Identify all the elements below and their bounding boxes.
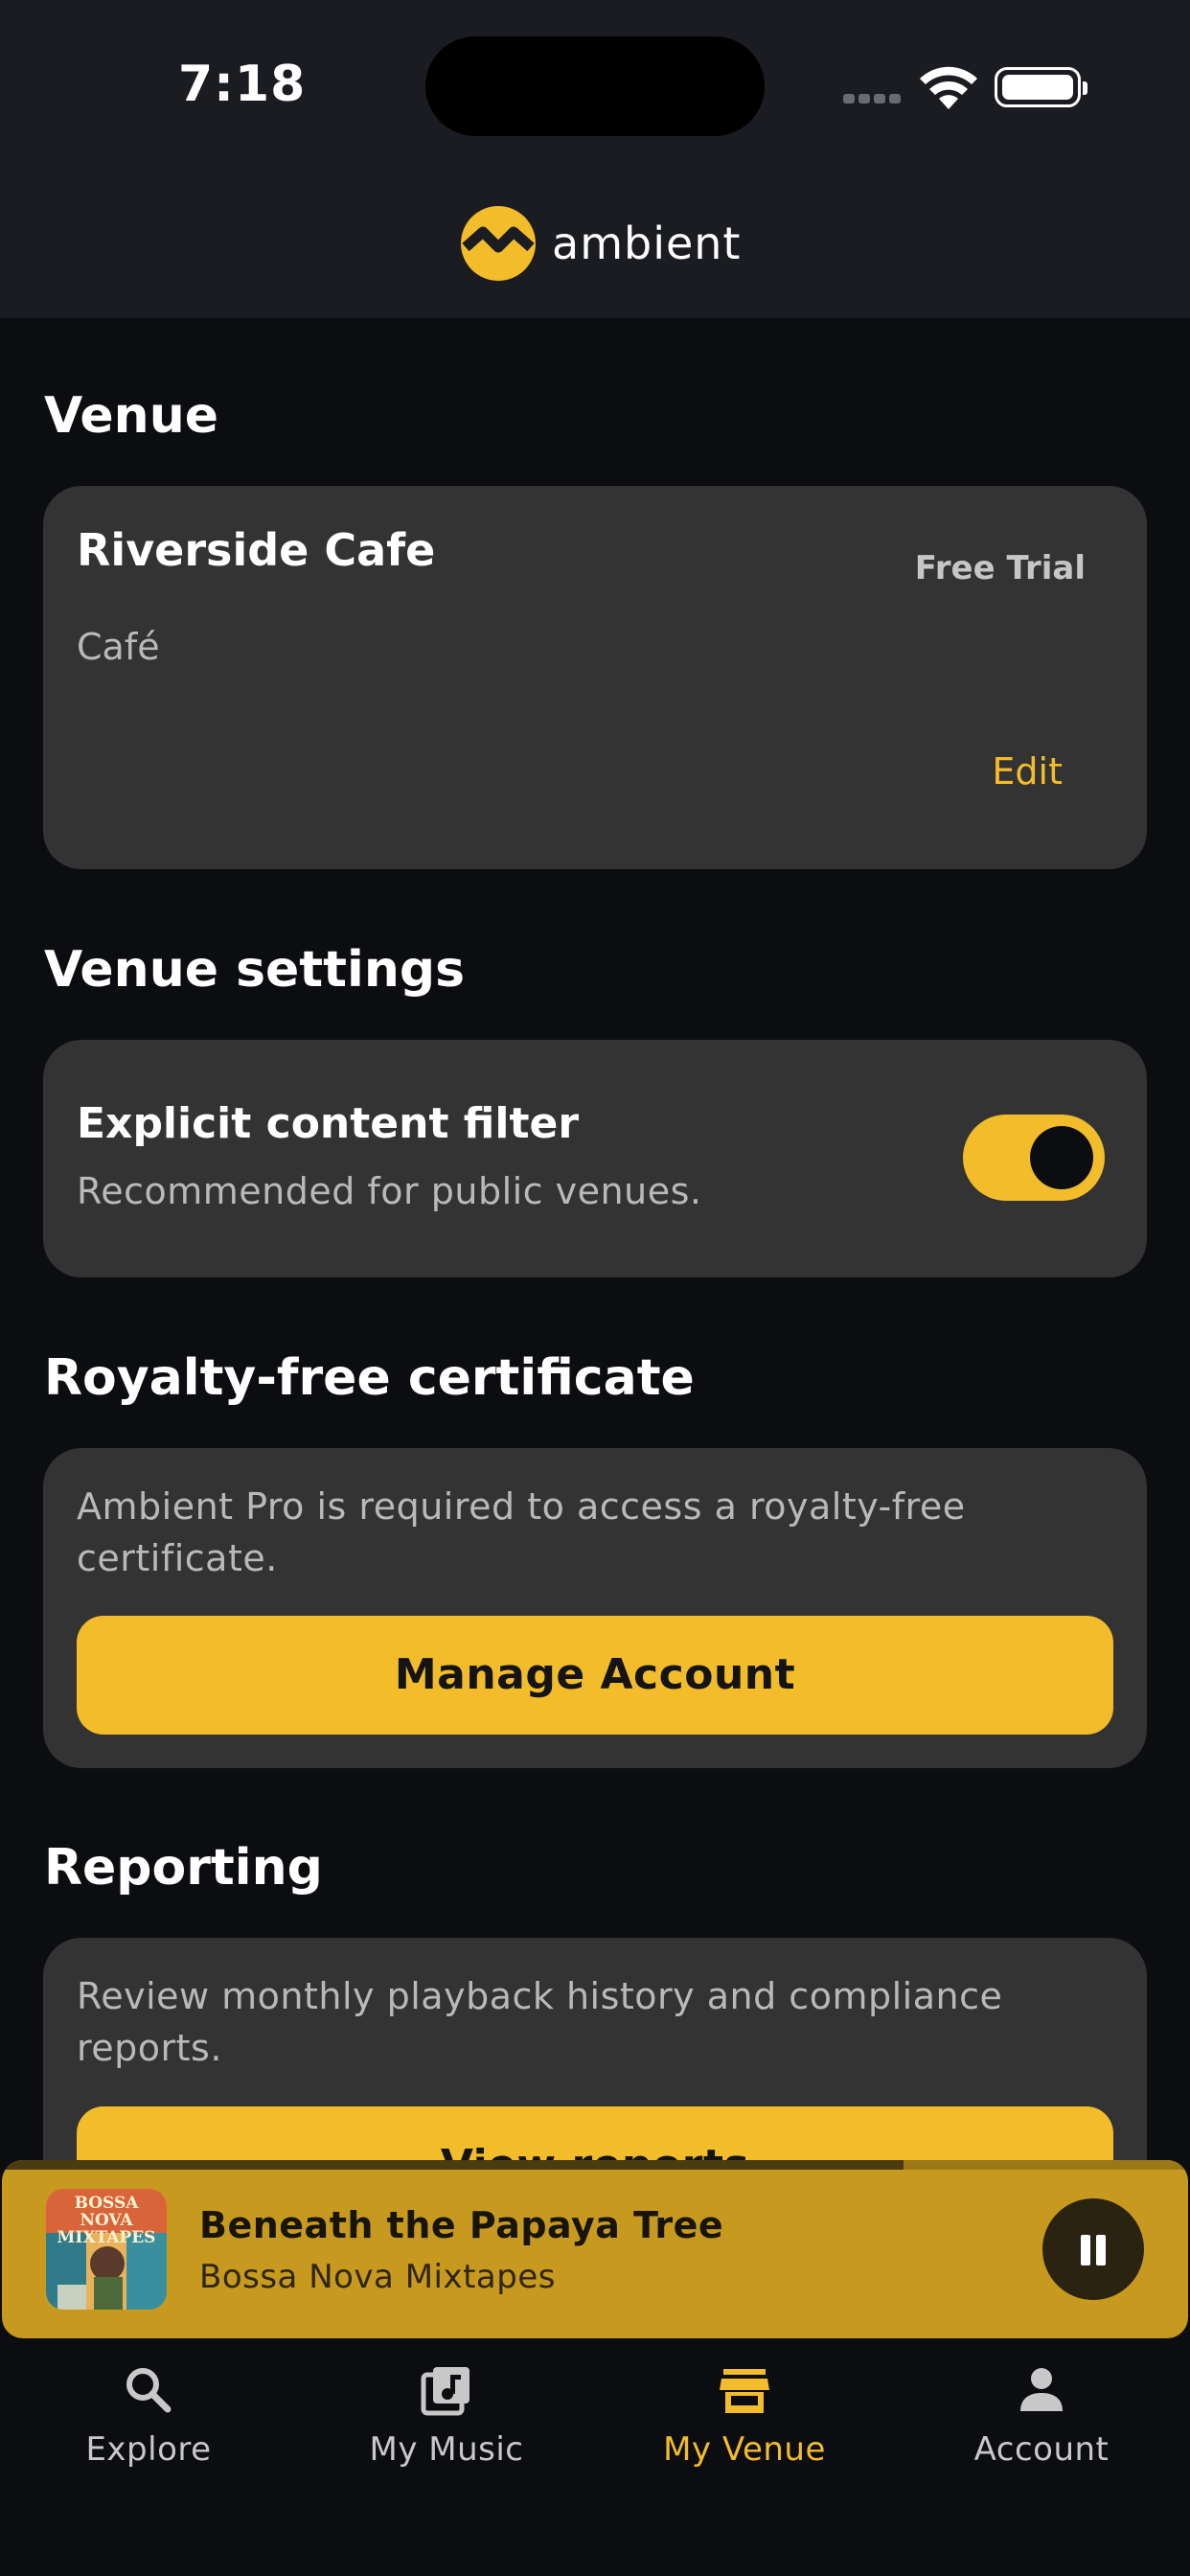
- explicit-filter-card: Explicit content filter Recommended for …: [43, 1040, 1147, 1277]
- tab-label: Account: [973, 2430, 1110, 2469]
- store-icon: [720, 2369, 769, 2413]
- pause-button[interactable]: [1042, 2198, 1144, 2300]
- pause-icon: [1081, 2235, 1090, 2266]
- dynamic-island: [425, 36, 765, 136]
- ambient-logo-icon: [461, 206, 536, 281]
- tab-account[interactable]: Account: [907, 2363, 1176, 2469]
- battery-icon: [995, 67, 1087, 107]
- track-artist: Bossa Nova Mixtapes: [199, 2258, 556, 2296]
- tab-my-music[interactable]: My Music: [312, 2363, 581, 2469]
- edit-venue-button[interactable]: Edit: [992, 750, 1063, 793]
- explicit-filter-description: Recommended for public venues.: [77, 1170, 702, 1212]
- music-library-icon: [421, 2367, 469, 2416]
- tab-my-venue[interactable]: My Venue: [610, 2363, 879, 2469]
- venue-section-title: Venue: [44, 387, 218, 445]
- album-cover-text: BOSSA NOVA MIXTAPES: [57, 2194, 156, 2247]
- certificate-card: Ambient Pro is required to access a roya…: [43, 1448, 1147, 1768]
- venue-card: Riverside Cafe Free Trial Café Edit: [43, 486, 1147, 869]
- wifi-icon: [920, 66, 977, 109]
- tab-explore[interactable]: Explore: [14, 2363, 283, 2469]
- explicit-filter-toggle[interactable]: [963, 1115, 1105, 1201]
- explicit-filter-title: Explicit content filter: [77, 1099, 580, 1148]
- tab-bar: Explore My Music My Venue Account: [0, 2338, 1190, 2576]
- track-title: Beneath the Papaya Tree: [199, 2204, 724, 2246]
- certificate-description: Ambient Pro is required to access a roya…: [77, 1485, 966, 1579]
- search-icon: [126, 2368, 172, 2413]
- playback-progress-fill: [2, 2160, 904, 2170]
- playback-progress-track[interactable]: [2, 2160, 1188, 2170]
- tab-label: My Music: [369, 2430, 524, 2469]
- certificate-section-title: Royalty-free certificate: [44, 1349, 695, 1407]
- reporting-section-title: Reporting: [44, 1839, 323, 1897]
- venue-settings-section-title: Venue settings: [44, 941, 466, 999]
- status-time: 7:18: [178, 56, 307, 113]
- person-icon: [1020, 2368, 1063, 2411]
- brand-name: ambient: [552, 218, 742, 269]
- manage-account-button[interactable]: Manage Account: [77, 1616, 1113, 1735]
- brand-header: ambient: [460, 203, 741, 284]
- mini-player[interactable]: BOSSA NOVA MIXTAPES Beneath the Papaya T…: [2, 2160, 1188, 2338]
- venue-name: Riverside Cafe: [77, 524, 436, 576]
- top-bar: 7:18 ambient: [0, 0, 1190, 318]
- venue-type: Café: [77, 626, 160, 668]
- reporting-description: Review monthly playback history and comp…: [77, 1975, 1003, 2069]
- plan-badge: Free Trial: [914, 549, 1086, 587]
- tab-label: Explore: [85, 2430, 212, 2469]
- album-cover: BOSSA NOVA MIXTAPES: [46, 2189, 167, 2310]
- tab-label: My Venue: [663, 2430, 826, 2469]
